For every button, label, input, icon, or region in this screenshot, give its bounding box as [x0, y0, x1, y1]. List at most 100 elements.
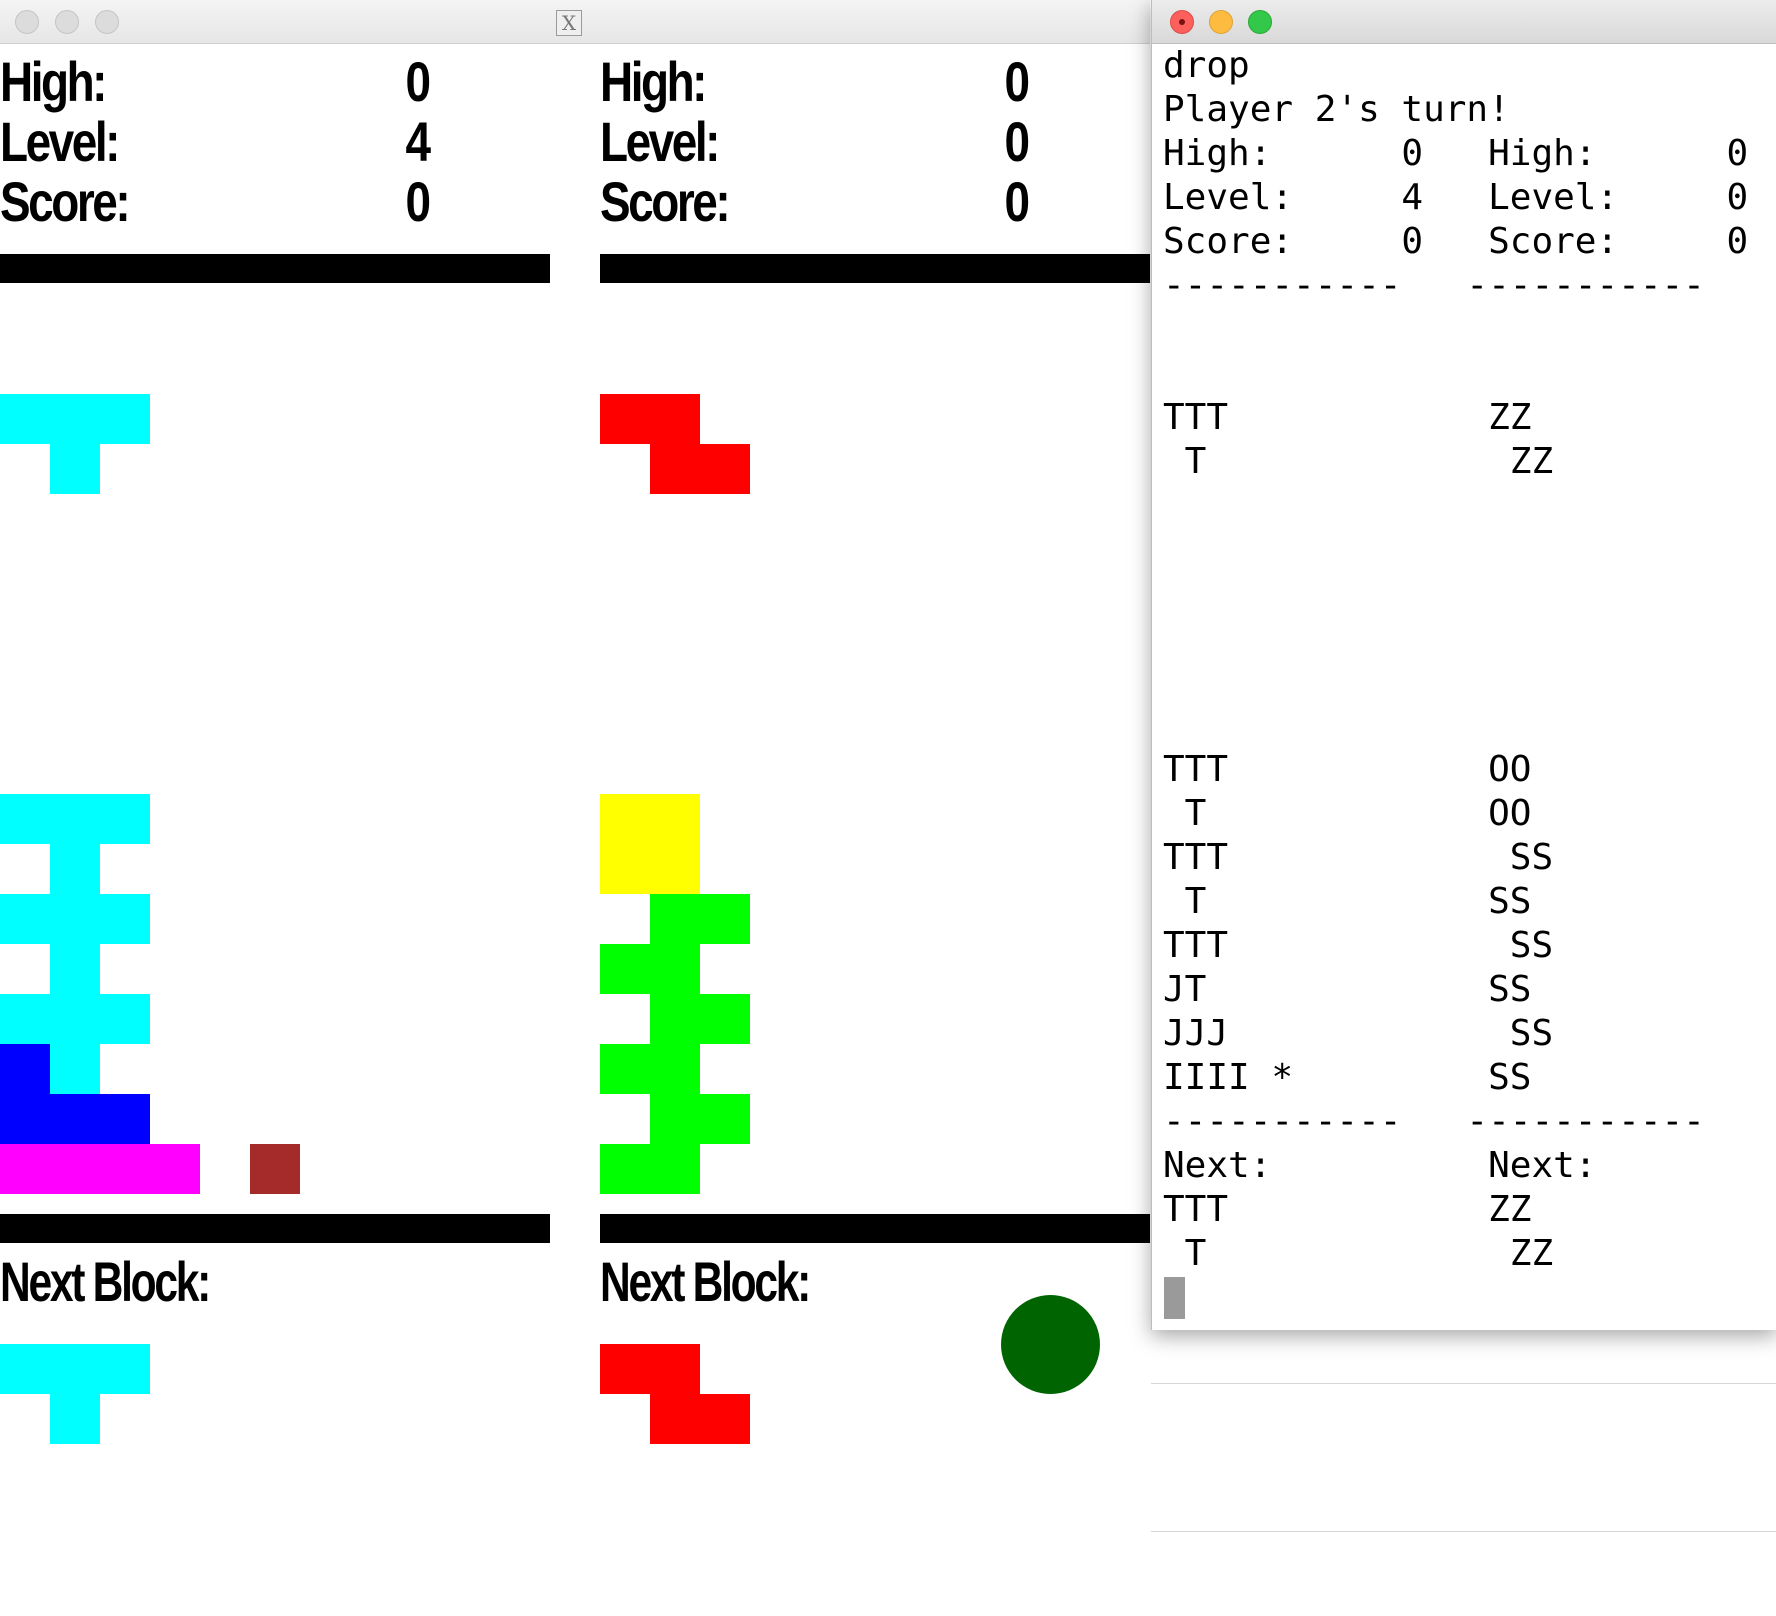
p2-block-o — [600, 844, 650, 894]
p2-block-s — [650, 1094, 700, 1144]
p1-block-t — [100, 794, 150, 844]
p2-next-block-z — [600, 1344, 650, 1394]
p2-block-z — [600, 394, 650, 444]
terminal-line: High: 0 High: 0 — [1163, 133, 1749, 174]
p2-block-s — [650, 944, 700, 994]
terminal-output: drop Player 2's turn! High: 0 High: 0 Level… — [1163, 44, 1773, 1276]
p1-block-t — [100, 994, 150, 1044]
p1-top-border — [0, 254, 550, 283]
p2-level-label: Level: — [600, 110, 720, 173]
p1-block-t — [50, 994, 100, 1044]
p1-next-block-t — [50, 1344, 100, 1394]
p1-next-block-t — [100, 1344, 150, 1394]
p1-score-value: 0 — [405, 170, 431, 233]
p2-block-z — [650, 444, 700, 494]
zoom-button[interactable] — [1248, 10, 1272, 34]
terminal-cursor[interactable] — [1164, 1277, 1185, 1319]
p2-score-value: 0 — [1004, 170, 1030, 233]
p1-block-t — [50, 894, 100, 944]
terminal-line: T ZZ — [1163, 441, 1554, 482]
p2-block-s — [650, 894, 700, 944]
terminal-line: T ZZ — [1163, 1233, 1554, 1274]
p1-block-t — [0, 994, 50, 1044]
p1-block-i — [0, 1144, 50, 1194]
terminal-line: JT SS — [1163, 969, 1532, 1010]
close-dot-icon — [1179, 19, 1185, 25]
p1-block-t — [0, 894, 50, 944]
p1-next-block-t — [50, 1394, 100, 1444]
p2-block-s — [700, 894, 750, 944]
p2-block-s — [600, 1044, 650, 1094]
p2-level-value: 0 — [1004, 110, 1030, 173]
p2-block-z — [700, 444, 750, 494]
terminal-line: Score: 0 Score: 0 — [1163, 221, 1749, 262]
p2-block-o — [650, 794, 700, 844]
p2-score-label: Score: — [600, 170, 731, 233]
p1-next-block-t — [0, 1344, 50, 1394]
background-divider — [1151, 1531, 1776, 1532]
p1-block-t — [50, 944, 100, 994]
p2-block-s — [650, 1044, 700, 1094]
terminal-line: TTT SS — [1163, 925, 1554, 966]
close-button[interactable] — [15, 10, 39, 34]
terminal-titlebar — [1152, 0, 1776, 44]
p2-block-s — [600, 1144, 650, 1194]
x11-icon: X — [556, 10, 582, 36]
p1-block-t — [50, 394, 100, 444]
p1-level-label: Level: — [0, 110, 120, 173]
p1-block-j — [50, 1094, 100, 1144]
terminal-line: TTT ZZ — [1163, 1189, 1532, 1230]
p1-level-value: 4 — [405, 110, 431, 173]
p1-next-label: Next Block: — [0, 1250, 211, 1313]
terminal-line: IIII * SS — [1163, 1057, 1532, 1098]
p2-next-block-z — [700, 1394, 750, 1444]
p1-block-t — [50, 794, 100, 844]
terminal-line: ----------- ----------- — [1163, 1101, 1705, 1142]
p1-block-t — [0, 794, 50, 844]
terminal-line: TTT ZZ — [1163, 397, 1532, 438]
p2-block-s — [650, 1144, 700, 1194]
close-button[interactable] — [1170, 10, 1194, 34]
p2-high-value: 0 — [1004, 50, 1030, 113]
p1-block-j — [0, 1094, 50, 1144]
p1-high-value: 0 — [405, 50, 431, 113]
minimize-button[interactable] — [1209, 10, 1233, 34]
p1-block-t — [50, 844, 100, 894]
p1-high-label: High: — [0, 50, 107, 113]
p2-block-s — [650, 994, 700, 1044]
p1-score-label: Score: — [0, 170, 131, 233]
terminal-window[interactable]: drop Player 2's turn! High: 0 High: 0 Level… — [1151, 0, 1776, 1330]
terminal-line: T OO — [1163, 793, 1532, 834]
p2-block-o — [600, 794, 650, 844]
p1-block-t — [100, 394, 150, 444]
p2-next-block-z — [650, 1394, 700, 1444]
zoom-button[interactable] — [95, 10, 119, 34]
terminal-line: Level: 4 Level: 0 — [1163, 177, 1749, 218]
game-window-titlebar: X — [0, 0, 1150, 44]
p2-high-label: High: — [600, 50, 707, 113]
terminal-line: TTT SS — [1163, 837, 1554, 878]
p2-block-s — [600, 944, 650, 994]
p1-block-t — [50, 444, 100, 494]
terminal-line: Next: Next: — [1163, 1145, 1597, 1186]
background-divider — [1151, 1383, 1776, 1384]
p1-block-t — [50, 1044, 100, 1094]
p2-next-block-z — [650, 1344, 700, 1394]
p2-block-o — [650, 844, 700, 894]
minimize-button[interactable] — [55, 10, 79, 34]
p2-bottom-border — [600, 1214, 1150, 1243]
p2-block-s — [700, 1094, 750, 1144]
terminal-line: drop — [1163, 45, 1250, 86]
terminal-line: Player 2's turn! — [1163, 89, 1510, 130]
p2-block-z — [650, 394, 700, 444]
p2-block-s — [700, 994, 750, 1044]
terminal-line: JJJ SS — [1163, 1013, 1554, 1054]
p1-block-j — [100, 1094, 150, 1144]
